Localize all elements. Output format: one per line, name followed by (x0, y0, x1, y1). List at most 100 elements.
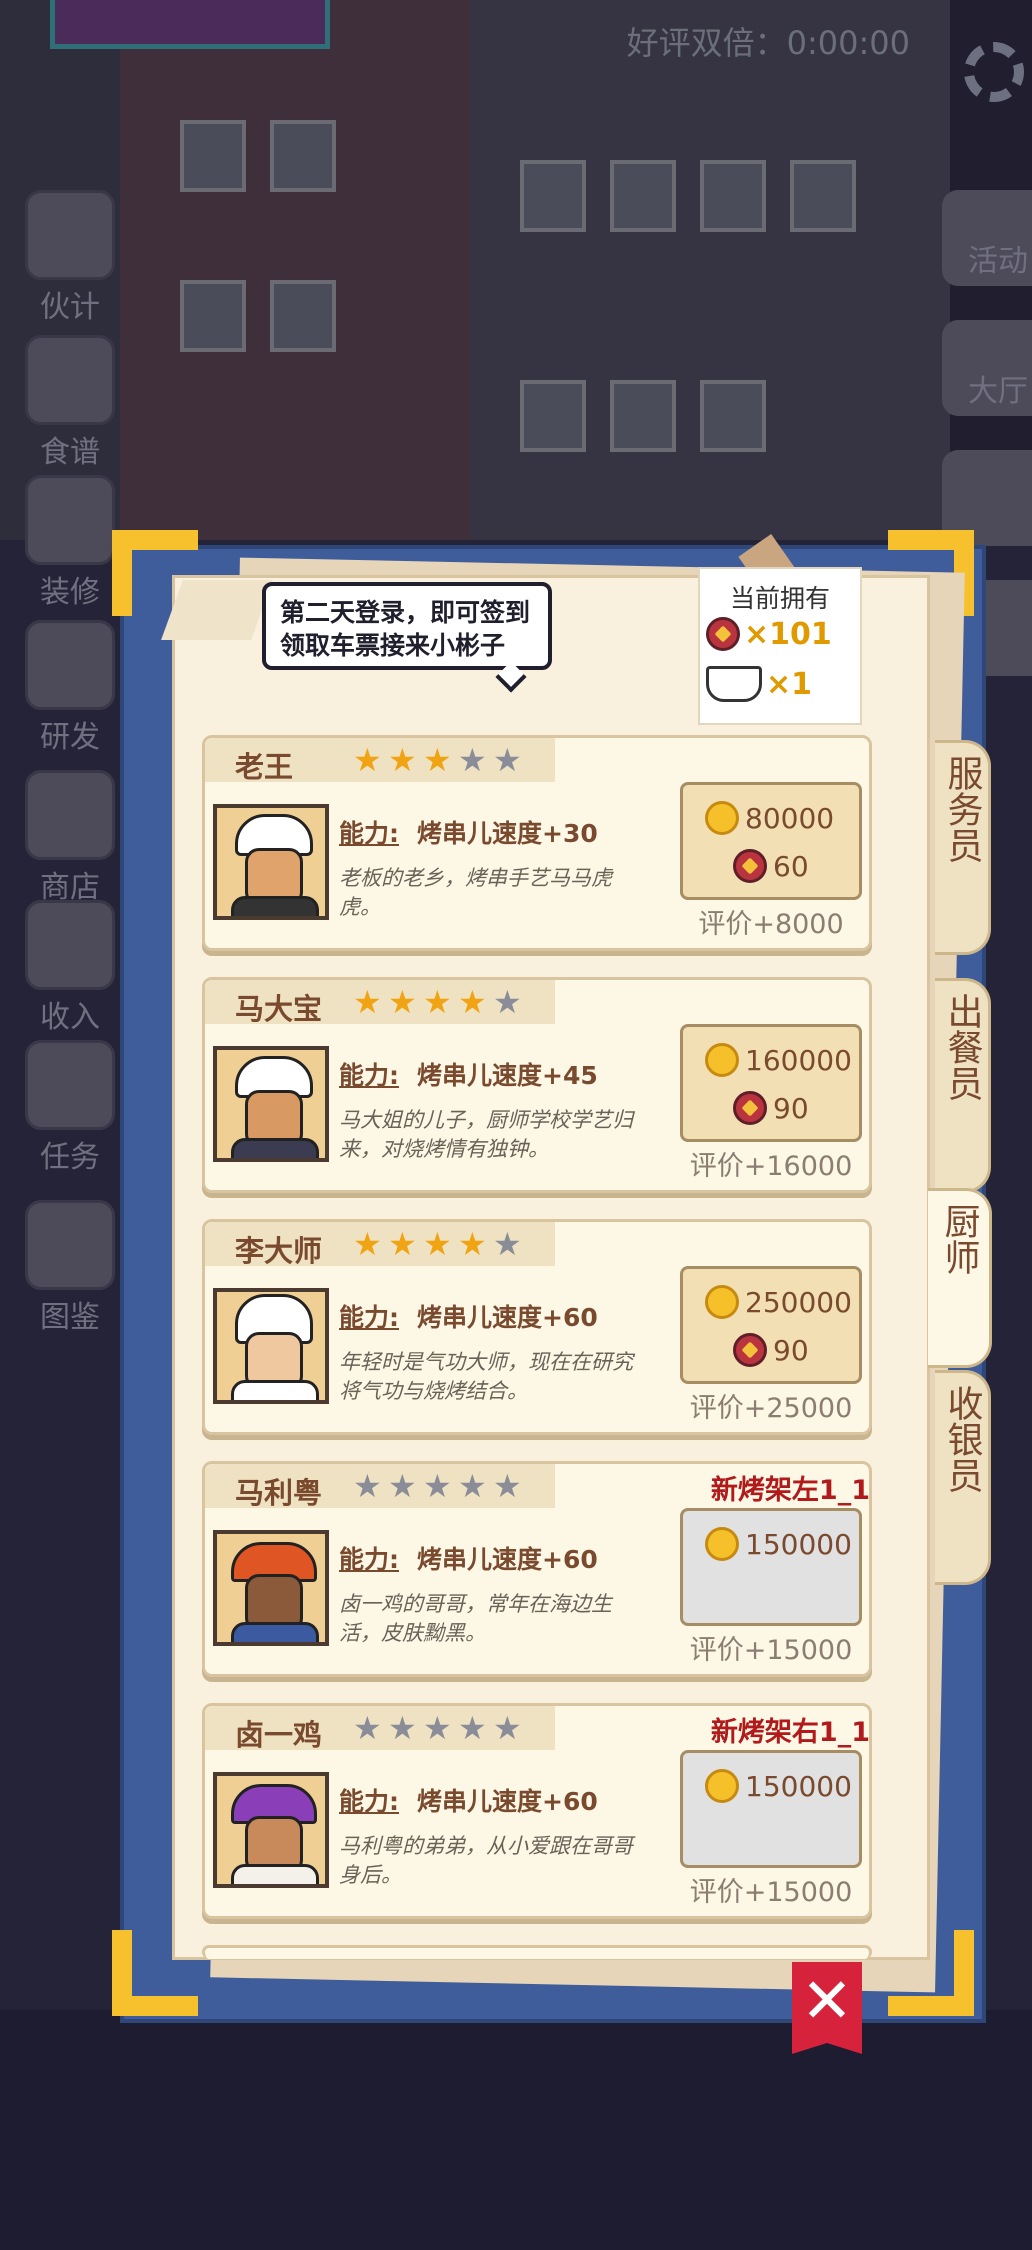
coin-icon (705, 1285, 739, 1319)
staff-portrait (213, 1772, 329, 1888)
star-rating: ★ ★ ★ ★ ★ (353, 986, 528, 1018)
token-icon (733, 849, 767, 883)
review-bonus: 评价+25000 (689, 1393, 853, 1424)
coin-cost-value: 150000 (745, 1527, 852, 1561)
hire-button[interactable]: 160000 90 (680, 1024, 862, 1142)
hint-line: 领取车票接来小彬子 (280, 631, 506, 660)
ability-value: 烤串儿速度+60 (417, 1787, 598, 1816)
hire-button[interactable]: 250000 90 (680, 1266, 862, 1384)
owned-resources: 当前拥有 ×101 ×1 (698, 567, 862, 725)
body (231, 1864, 319, 1884)
menu-label: 伙计 (40, 290, 100, 325)
star-filled-icon: ★ (353, 983, 382, 1021)
review-bonus: 评价+15000 (689, 1635, 853, 1666)
ability-value: 烤串儿速度+60 (417, 1303, 598, 1332)
coin-icon (705, 1527, 739, 1561)
menu-income[interactable]: 收入 (20, 900, 120, 1036)
ability-value: 烤串儿速度+60 (417, 1545, 598, 1574)
staff-name: 李大师 (235, 1234, 323, 1268)
token-cost-value: 90 (773, 1333, 809, 1367)
star-empty-icon: ★ (458, 741, 487, 779)
tab-cashier[interactable]: 收银员 (935, 1370, 991, 1585)
menu-hall[interactable]: 大厅 (942, 320, 1032, 416)
star-filled-icon: ★ (423, 983, 452, 1021)
token-cost-value: 90 (773, 1091, 809, 1125)
staff-name: 老王 (235, 750, 294, 784)
chef-icon (25, 190, 115, 280)
staff-name: 马大宝 (235, 992, 323, 1026)
staff-card: 马大宝 ★ ★ ★ ★ ★ 能力: 烤串儿速度+45 马大姐的儿子，厨师学校学艺归来，对… (202, 977, 872, 1193)
ability-label: 能力: (339, 1061, 399, 1090)
star-empty-icon: ★ (458, 1467, 487, 1505)
star-empty-icon: ★ (353, 1709, 382, 1747)
review-bonus: 评价+16000 (689, 1151, 853, 1182)
star-empty-icon: ★ (458, 1709, 487, 1747)
menu-recipes[interactable]: 食谱 (20, 335, 120, 471)
menu-research[interactable]: 研发 (20, 620, 120, 756)
good-review-timer: 好评双倍：0:00:00 (626, 24, 910, 62)
hire-button[interactable]: 80000 60 (680, 782, 862, 900)
owned-title: 当前拥有 (729, 584, 830, 613)
staff-name: 卤一鸡 (235, 1718, 323, 1752)
menu-decorate[interactable]: 装修 (20, 475, 120, 611)
star-empty-icon: ★ (423, 1467, 452, 1505)
token-count: ×101 (744, 616, 832, 652)
token-icon (733, 1333, 767, 1367)
staff-card: 卤一鸡 ★ ★ ★ ★ ★ 新烤架右1_1 能力: 烤串儿速度+60 马利粤的弟弟，从小… (202, 1703, 872, 1919)
card-header: 马大宝 ★ ★ ★ ★ ★ (205, 980, 555, 1026)
menu-events[interactable]: 活动 (942, 190, 1032, 286)
coin-icon (705, 1769, 739, 1803)
token-cost: 60 (733, 845, 809, 887)
coin-cost: 150000 (705, 1523, 852, 1565)
menu-label: 收入 (40, 1000, 100, 1035)
ticket-count: ×1 (766, 666, 813, 702)
menu-tasks[interactable]: 任务 (20, 1040, 120, 1176)
card-header: 李大师 ★ ★ ★ ★ ★ (205, 1222, 555, 1268)
tab-server[interactable]: 出餐员 (935, 978, 991, 1193)
star-empty-icon: ★ (423, 1709, 452, 1747)
tab-waiter[interactable]: 服务员 (935, 740, 991, 955)
menu-catalog[interactable]: 图鉴 (20, 1200, 120, 1336)
body (231, 1380, 319, 1400)
coin-cost: 80000 (705, 797, 834, 839)
staff-description: 卤一鸡的哥哥，常年在海边生活，皮肤黝黑。 (339, 1592, 612, 1645)
menu-shop[interactable]: 商店 (20, 770, 120, 906)
staff-portrait (213, 1046, 329, 1162)
close-button[interactable]: ✕ (792, 1962, 862, 2054)
star-filled-icon: ★ (423, 1225, 452, 1263)
staff-card: 老王 ★ ★ ★ ★ ★ 能力: 烤串儿速度+30 老板的老乡，烤串手艺马马虎虎。 80… (202, 735, 872, 951)
menu-staff[interactable]: 伙计 (20, 190, 120, 326)
unlock-requirement: 新烤架右1_1 (710, 1717, 870, 1748)
star-empty-icon: ★ (388, 1467, 417, 1505)
token-icon (733, 1091, 767, 1125)
staff-description: 老板的老乡，烤串手艺马马虎虎。 (339, 866, 612, 919)
star-filled-icon: ★ (458, 1225, 487, 1263)
staff-card: 李大师 ★ ★ ★ ★ ★ 能力: 烤串儿速度+60 年轻时是气功大师，现在在研究将气功… (202, 1219, 872, 1435)
tab-label: 服务员 (941, 755, 983, 863)
coin-icon (705, 1043, 739, 1077)
ticket-icon (706, 666, 762, 702)
star-filled-icon: ★ (353, 741, 382, 779)
hint-line: 第二天登录，即可签到 (280, 598, 531, 627)
menu-label: 装修 (40, 575, 100, 610)
star-empty-icon: ★ (353, 1467, 382, 1505)
coin-cost-value: 160000 (745, 1043, 852, 1077)
coin-cost-value: 250000 (745, 1285, 852, 1319)
skewer-icon (25, 335, 115, 425)
gear-icon[interactable] (964, 42, 1024, 102)
tab-label: 收银员 (941, 1385, 983, 1493)
staff-card-partial (202, 1945, 872, 1959)
tab-chef[interactable]: 厨师 (928, 1188, 992, 1368)
ability-label: 能力: (339, 819, 399, 848)
coin-cost: 160000 (705, 1039, 852, 1081)
hire-button-locked[interactable]: 150000 (680, 1750, 862, 1868)
hire-button-locked[interactable]: 150000 (680, 1508, 862, 1626)
staff-portrait (213, 1288, 329, 1404)
login-hint-bubble: 第二天登录，即可签到 领取车票接来小彬子 (262, 582, 552, 670)
star-rating: ★ ★ ★ ★ ★ (353, 1470, 528, 1502)
tab-label: 出餐员 (941, 993, 983, 1101)
calendar-icon: 活动 (968, 244, 1028, 279)
shop-icon (25, 770, 115, 860)
review-bonus: 评价+15000 (689, 1877, 853, 1908)
body (231, 1138, 319, 1158)
